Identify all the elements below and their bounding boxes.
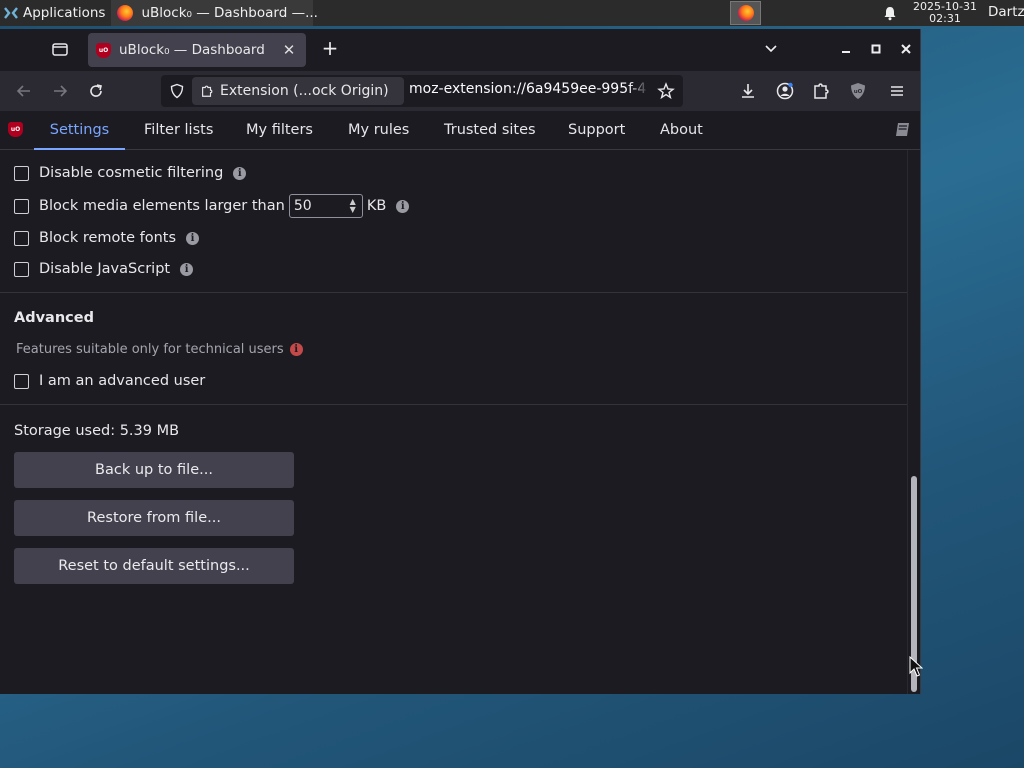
tracking-protection-shield-icon[interactable] xyxy=(169,83,185,99)
advanced-section-title: Advanced xyxy=(14,310,94,326)
mouse-cursor-icon xyxy=(909,656,923,677)
checkbox[interactable] xyxy=(14,230,29,246)
tab-close-icon[interactable]: ✕ xyxy=(280,41,298,59)
divider xyxy=(0,404,907,405)
media-size-input[interactable]: 50 ▲ ▼ xyxy=(288,194,363,218)
tab-bar: uO uBlock₀ — Dashboard ✕ + xyxy=(0,29,920,71)
site-identity-button[interactable]: Extension (...ock Origin) xyxy=(192,77,404,105)
taskbar-firefox-window[interactable]: uBlock₀ — Dashboard —... xyxy=(111,0,318,26)
clock[interactable]: 2025-10-31 02:31 xyxy=(906,0,984,25)
advanced-section-subtitle: Features suitable only for technical use… xyxy=(16,342,303,357)
tray-firefox-button[interactable] xyxy=(730,1,761,25)
list-all-tabs-chevron-icon[interactable] xyxy=(761,39,781,59)
tab-filter-lists[interactable]: Filter lists xyxy=(144,111,213,150)
dashboard-tabs: uO Settings Filter lists My filters My r… xyxy=(0,111,920,150)
tab-trusted-sites[interactable]: Trusted sites xyxy=(444,111,536,150)
reset-button[interactable]: Reset to default settings... xyxy=(14,548,294,584)
warning-info-icon[interactable]: i xyxy=(289,343,303,356)
option-label: Block remote fonts xyxy=(39,230,177,246)
option-disable-cosmetic[interactable]: Disable cosmetic filtering i xyxy=(14,165,247,181)
ublock-toolbar-icon[interactable]: uO xyxy=(848,81,868,101)
clock-time: 02:31 xyxy=(929,12,961,25)
backup-button[interactable]: Back up to file... xyxy=(14,452,294,488)
hamburger-menu-icon[interactable] xyxy=(887,81,907,101)
restore-button[interactable]: Restore from file... xyxy=(14,500,294,536)
media-size-unit: KB xyxy=(366,198,387,214)
option-advanced-user[interactable]: I am an advanced user xyxy=(14,373,205,389)
option-label: Disable cosmetic filtering xyxy=(39,165,224,181)
option-label: Block media elements larger than xyxy=(39,198,285,214)
account-icon[interactable] xyxy=(775,81,795,101)
new-tab-button[interactable]: + xyxy=(319,38,341,60)
dashboard-page: uO Settings Filter lists My filters My r… xyxy=(0,111,920,694)
advanced-subtitle-text: Features suitable only for technical use… xyxy=(16,342,284,357)
downloads-icon[interactable] xyxy=(738,81,758,101)
tab-my-filters[interactable]: My filters xyxy=(246,111,313,150)
bookmark-star-icon[interactable] xyxy=(657,82,675,100)
checkbox[interactable] xyxy=(14,373,29,389)
option-block-fonts[interactable]: Block remote fonts i xyxy=(14,230,200,246)
tab-ublock-dashboard[interactable]: uO uBlock₀ — Dashboard ✕ xyxy=(88,33,306,67)
divider xyxy=(0,292,907,293)
applications-menu[interactable]: Applications xyxy=(0,0,105,26)
tab-title: uBlock₀ — Dashboard xyxy=(119,42,265,58)
media-size-value: 50 xyxy=(293,198,312,214)
svg-text:uO: uO xyxy=(854,89,863,95)
firefox-icon xyxy=(117,5,134,21)
maximize-icon[interactable] xyxy=(866,39,886,59)
ublock-icon: uO xyxy=(96,42,111,58)
checkbox[interactable] xyxy=(14,165,29,181)
applications-label: Applications xyxy=(23,5,106,21)
info-icon[interactable]: i xyxy=(186,231,200,245)
info-icon[interactable]: i xyxy=(396,199,410,213)
firefox-icon xyxy=(737,5,754,21)
info-icon[interactable]: i xyxy=(233,166,247,180)
tab-about[interactable]: About xyxy=(660,111,703,150)
option-block-media[interactable]: Block media elements larger than 50 ▲ ▼ K… xyxy=(14,194,410,218)
firefox-window: uO uBlock₀ — Dashboard ✕ + Extension (..… xyxy=(0,29,921,694)
minimize-icon[interactable] xyxy=(836,39,856,59)
identity-label: Extension (...ock Origin) xyxy=(220,83,389,99)
option-disable-js[interactable]: Disable JavaScript i xyxy=(14,261,194,277)
option-label: I am an advanced user xyxy=(39,373,206,389)
ublock-logo-icon: uO xyxy=(8,122,23,137)
close-window-icon[interactable] xyxy=(896,39,916,59)
tab-settings[interactable]: Settings xyxy=(34,111,125,150)
back-arrow-icon[interactable] xyxy=(14,81,34,101)
extensions-puzzle-icon[interactable] xyxy=(811,81,831,101)
checkbox[interactable] xyxy=(14,261,29,277)
user-menu[interactable]: Dartz xyxy=(988,4,1024,20)
xfce-logo-icon xyxy=(4,7,18,19)
forward-arrow-icon[interactable] xyxy=(50,81,70,101)
tab-my-rules[interactable]: My rules xyxy=(348,111,409,150)
spinner-arrows-icon[interactable]: ▲ ▼ xyxy=(350,198,356,214)
checkbox[interactable] xyxy=(14,198,29,214)
extension-puzzle-icon xyxy=(202,85,213,97)
url-text[interactable]: moz-extension://6a9459ee-995f-4 xyxy=(409,81,649,97)
firefox-view-icon[interactable] xyxy=(50,39,70,59)
notification-bell-icon[interactable] xyxy=(882,5,898,21)
documentation-book-icon[interactable] xyxy=(893,121,913,139)
storage-used: Storage used: 5.39 MB xyxy=(14,423,180,439)
url-bar[interactable]: Extension (...ock Origin) moz-extension:… xyxy=(161,75,683,107)
taskbar-window-title: uBlock₀ — Dashboard —... xyxy=(141,5,318,21)
info-icon[interactable]: i xyxy=(180,262,194,276)
navigation-toolbar: Extension (...ock Origin) moz-extension:… xyxy=(0,71,920,111)
option-label: Disable JavaScript xyxy=(39,261,171,277)
desktop-panel: Applications uBlock₀ — Dashboard —... 20… xyxy=(0,0,1024,26)
tab-support[interactable]: Support xyxy=(568,111,625,150)
reload-icon[interactable] xyxy=(86,81,106,101)
